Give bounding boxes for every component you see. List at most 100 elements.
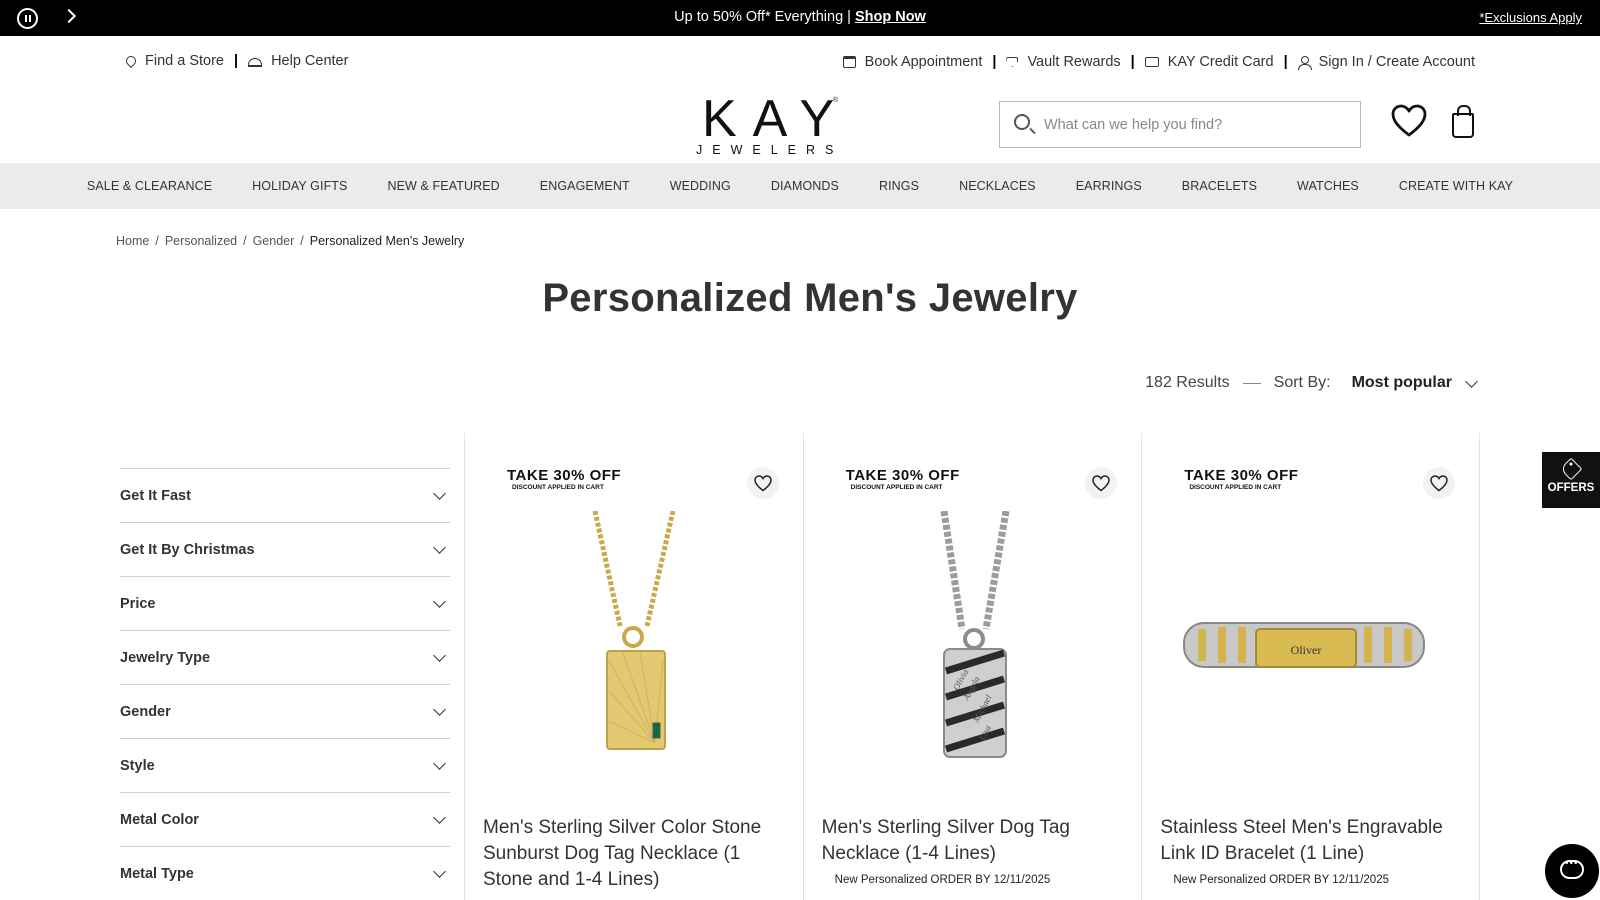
nav-rings[interactable]: RINGS — [879, 179, 919, 193]
filter-style[interactable]: Style — [120, 738, 450, 792]
nav-diamonds[interactable]: DIAMONDS — [771, 179, 839, 193]
product-image-silver-dog-tag[interactable]: Olivia Angela Michael Lisa — [834, 511, 1114, 771]
filter-label: Metal Type — [120, 865, 194, 882]
exclusions-link[interactable]: *Exclusions Apply — [1479, 10, 1582, 25]
chevron-down-icon[interactable] — [1465, 374, 1478, 388]
filter-get-it-by-christmas[interactable]: Get It By Christmas — [120, 522, 450, 576]
filter-label: Jewelry Type — [120, 649, 211, 666]
credit-card-icon — [1144, 57, 1159, 67]
nav-sale-clearance[interactable]: SALE & CLEARANCE — [87, 179, 212, 193]
filter-metal-type[interactable]: Metal Type — [120, 846, 450, 900]
nav-new-featured[interactable]: NEW & FEATURED — [387, 179, 499, 193]
breadcrumb: Home / Personalized / Gender / Personalized… — [116, 234, 464, 248]
chevron-down-icon — [433, 595, 446, 608]
vault-rewards-link[interactable]: Vault Rewards — [1006, 54, 1121, 70]
tag-icon — [1559, 457, 1583, 481]
nav-engagement[interactable]: ENGAGEMENT — [540, 179, 630, 193]
chevron-down-icon — [433, 757, 446, 770]
product-card[interactable]: TAKE 30% OFF DISCOUNT APPLIED IN CART Me… — [464, 433, 803, 900]
utility-links-left: Find a Store | Help Center — [123, 53, 348, 69]
shopping-bag-icon[interactable] — [1452, 105, 1474, 138]
separator: | — [1130, 54, 1135, 70]
breadcrumb-separator: / — [243, 234, 247, 248]
main-nav: SALE & CLEARANCE HOLIDAY GIFTS NEW & FEA… — [0, 163, 1600, 209]
product-image-gold-dog-tag[interactable] — [495, 511, 775, 771]
chevron-down-icon — [433, 541, 446, 554]
nav-wedding[interactable]: WEDDING — [670, 179, 731, 193]
discount-badge: TAKE 30% OFF DISCOUNT APPLIED IN CART — [1184, 467, 1298, 491]
chevron-down-icon — [433, 865, 446, 878]
sign-in-link[interactable]: Sign In / Create Account — [1297, 54, 1475, 70]
diamond-icon — [1006, 57, 1019, 67]
filter-metal-color[interactable]: Metal Color — [120, 792, 450, 846]
badge-main: TAKE 30% OFF — [507, 467, 622, 484]
promo-bar: Up to 50% Off* Everything | Shop Now *Ex… — [0, 0, 1600, 36]
credit-card-link[interactable]: KAY Credit Card — [1144, 54, 1274, 70]
shop-now-link[interactable]: Shop Now — [855, 9, 926, 25]
filter-gender[interactable]: Gender — [120, 684, 450, 738]
filter-label: Get It Fast — [120, 487, 191, 504]
badge-sub: DISCOUNT APPLIED IN CART — [850, 484, 943, 491]
badge-sub: DISCOUNT APPLIED IN CART — [512, 484, 604, 491]
breadcrumb-personalized[interactable]: Personalized — [165, 234, 237, 248]
filter-panel: Get It Fast Get It By Christmas Price Je… — [120, 468, 450, 900]
badge-sub: DISCOUNT APPLIED IN CART — [1189, 484, 1282, 491]
product-name[interactable]: Stainless Steel Men's Engravable Link ID… — [1160, 815, 1460, 867]
search-input[interactable] — [1044, 102, 1344, 147]
chevron-down-icon — [433, 703, 446, 716]
discount-badge: TAKE 30% OFF DISCOUNT APPLIED IN CART — [507, 467, 621, 491]
sort-dropdown[interactable]: Most popular — [1352, 374, 1452, 392]
product-card[interactable]: TAKE 30% OFF DISCOUNT APPLIED IN CART Ol… — [1141, 433, 1481, 900]
nav-create-with-kay[interactable]: CREATE WITH KAY — [1399, 179, 1513, 193]
badge-main: TAKE 30% OFF — [845, 467, 960, 484]
results-count: 182 Results — [1145, 374, 1230, 391]
filter-label: Price — [120, 595, 156, 612]
heart-icon — [1430, 474, 1448, 491]
product-name[interactable]: Men's Sterling Silver Color Stone Sunbur… — [483, 815, 783, 893]
page-title: Personalized Men's Jewelry — [542, 276, 1078, 320]
product-card[interactable]: TAKE 30% OFF DISCOUNT APPLIED IN CART Ol… — [802, 433, 1142, 900]
search-icon[interactable] — [1014, 114, 1030, 130]
logo-sub-text: JEWELERS — [696, 143, 844, 157]
engraving-text: Oliver — [1291, 643, 1322, 657]
help-center-label: Help Center — [271, 53, 349, 69]
product-name[interactable]: Men's Sterling Silver Dog Tag Necklace (… — [822, 815, 1122, 867]
separator: | — [1283, 54, 1288, 70]
filter-label: Get It By Christmas — [120, 541, 255, 558]
add-to-wishlist-button[interactable] — [1085, 467, 1118, 499]
sort-label: Sort By: — [1273, 374, 1331, 391]
wishlist-heart-icon[interactable] — [1391, 104, 1427, 138]
location-pin-icon — [123, 53, 139, 69]
help-center-link[interactable]: Help Center — [248, 53, 348, 69]
discount-badge: TAKE 30% OFF DISCOUNT APPLIED IN CART — [846, 467, 960, 491]
nav-earrings[interactable]: EARRINGS — [1076, 179, 1142, 193]
add-to-wishlist-button[interactable] — [1423, 467, 1456, 499]
chevron-down-icon — [433, 487, 446, 500]
breadcrumb-gender[interactable]: Gender — [253, 234, 295, 248]
breadcrumb-home[interactable]: Home — [116, 234, 149, 248]
book-appointment-link[interactable]: Book Appointment — [842, 54, 982, 70]
nav-holiday-gifts[interactable]: HOLIDAY GIFTS — [252, 179, 347, 193]
heart-icon — [753, 474, 772, 491]
find-store-label: Find a Store — [145, 53, 224, 69]
user-icon — [1297, 55, 1312, 70]
find-store-link[interactable]: Find a Store — [123, 53, 224, 69]
results-bar: 182 Results Sort By: Most popular — [1145, 374, 1482, 392]
credit-card-label: KAY Credit Card — [1167, 54, 1274, 70]
kay-logo[interactable]: KAY JEWELERS ® — [688, 93, 844, 157]
offers-tab[interactable]: OFFERS — [1542, 452, 1600, 508]
promo-message: Up to 50% Off* Everything | Shop Now — [0, 9, 1600, 25]
filter-get-it-fast[interactable]: Get It Fast — [120, 468, 450, 522]
product-image-id-bracelet[interactable]: Oliver — [1172, 511, 1452, 771]
filter-jewelry-type[interactable]: Jewelry Type — [120, 630, 450, 684]
nav-watches[interactable]: WATCHES — [1297, 179, 1359, 193]
nav-bracelets[interactable]: BRACELETS — [1182, 179, 1257, 193]
add-to-wishlist-button[interactable] — [746, 467, 779, 499]
nav-necklaces[interactable]: NECKLACES — [959, 179, 1036, 193]
filter-label: Gender — [120, 703, 171, 720]
filter-price[interactable]: Price — [120, 576, 450, 630]
calendar-icon — [842, 56, 856, 68]
chat-button[interactable] — [1545, 844, 1599, 898]
breadcrumb-current: Personalized Men's Jewelry — [309, 234, 465, 248]
service-bell-icon — [248, 58, 263, 67]
